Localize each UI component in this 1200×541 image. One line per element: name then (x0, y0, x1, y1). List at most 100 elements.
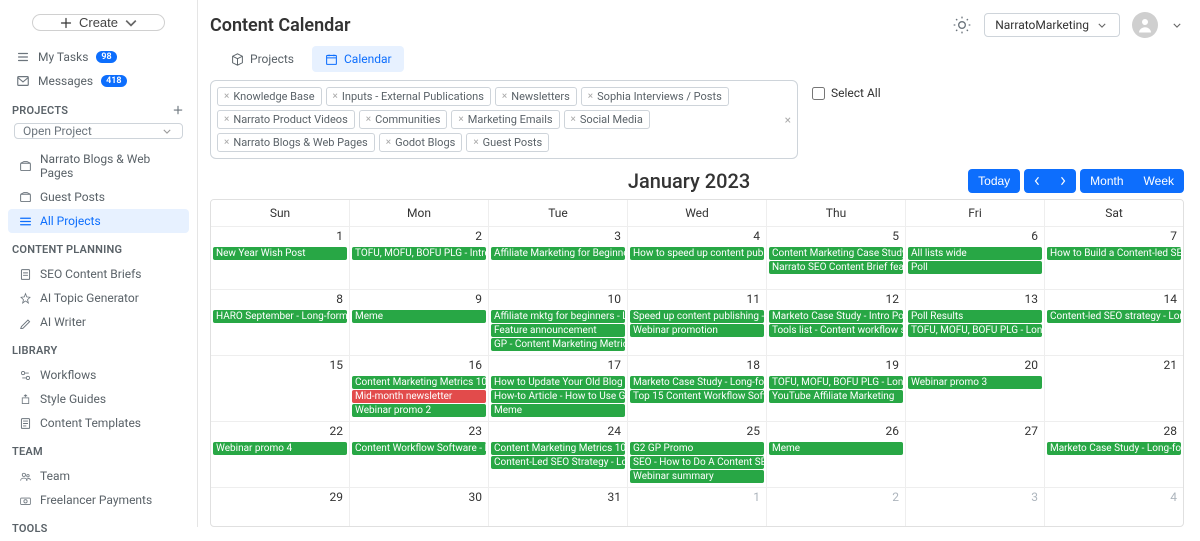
calendar-cell[interactable]: 3 (905, 488, 1044, 527)
calendar-event[interactable]: Meme (491, 404, 625, 417)
calendar-event[interactable]: Marketo Case Study - Long-form p (630, 376, 764, 389)
sidebar-project-item[interactable]: Narrato Blogs & Web Pages (8, 147, 189, 185)
calendar-event[interactable]: SEO - How to Do A Content SEO A (630, 456, 764, 469)
gear-icon[interactable] (952, 15, 972, 35)
remove-tag-icon[interactable]: × (224, 137, 229, 148)
calendar-event[interactable]: Top 15 Content Workflow Softwar (630, 390, 764, 403)
calendar-event[interactable]: GP - Content Marketing Metrics 10 (491, 338, 625, 351)
calendar-event[interactable]: New Year Wish Post (213, 247, 347, 260)
calendar-cell[interactable]: 2TOFU, MOFU, BOFU PLG - Intro Po (349, 227, 488, 289)
calendar-event[interactable]: Meme (769, 442, 903, 455)
filter-tag[interactable]: ×Guest Posts (466, 133, 549, 152)
calendar-event[interactable]: Content Marketing Metrics 101 - P (491, 442, 625, 455)
week-view-button[interactable]: Week (1134, 169, 1184, 193)
remove-tag-icon[interactable]: × (333, 91, 338, 102)
calendar-event[interactable]: Webinar promo 2 (352, 404, 486, 417)
calendar-event[interactable]: TOFU, MOFU, BOFU PLG - Long-fo (908, 324, 1042, 337)
sidebar-planning-item[interactable]: AI Writer (8, 310, 189, 334)
calendar-cell[interactable]: 2 (766, 488, 905, 527)
calendar-event[interactable]: Narrato SEO Content Brief feature (769, 261, 903, 274)
remove-tag-icon[interactable]: × (224, 91, 229, 102)
calendar-cell[interactable]: 12Marketo Case Study - Intro PostTools l… (766, 290, 905, 355)
calendar-event[interactable]: Feature announcement (491, 324, 625, 337)
calendar-event[interactable]: TOFU, MOFU, BOFU PLG - Intro Po (352, 247, 486, 260)
calendar-cell[interactable]: 30 (349, 488, 488, 527)
filter-tag[interactable]: ×Social Media (564, 110, 650, 129)
chevron-down-icon[interactable] (1170, 18, 1184, 32)
tab-projects[interactable]: Projects (218, 46, 306, 72)
calendar-cell[interactable]: 31 (488, 488, 627, 527)
filter-tag[interactable]: ×Inputs - External Publications (326, 87, 491, 106)
calendar-cell[interactable]: 8HARO September - Long-form pos (211, 290, 349, 355)
remove-tag-icon[interactable]: × (386, 137, 391, 148)
clear-tags-icon[interactable]: × (785, 113, 791, 127)
prev-button[interactable] (1024, 169, 1050, 193)
calendar-event[interactable]: Marketo Case Study - Intro Post (769, 310, 903, 323)
calendar-event[interactable]: Webinar promo 4 (213, 442, 347, 455)
calendar-cell[interactable]: 17How to Update Your Old Blog PostHow-to… (488, 356, 627, 421)
calendar-cell[interactable]: 20Webinar promo 3 (905, 356, 1044, 421)
add-project-icon[interactable] (171, 103, 185, 117)
org-dropdown[interactable]: NarratoMarketing (984, 13, 1120, 37)
sidebar-item-my-tasks[interactable]: My Tasks 98 (8, 45, 189, 69)
select-all-checkbox[interactable]: Select All (812, 80, 881, 100)
calendar-event[interactable]: TOFU, MOFU, BOFU PLG - Long-fo (769, 376, 903, 389)
calendar-cell[interactable]: 21 (1044, 356, 1183, 421)
filter-tag[interactable]: ×Sophia Interviews / Posts (581, 87, 729, 106)
calendar-event[interactable]: Content Marketing Case Study: Ma (769, 247, 903, 260)
calendar-cell[interactable]: 14Content-led SEO strategy - Long-f (1044, 290, 1183, 355)
calendar-cell[interactable]: 25G2 GP PromoSEO - How to Do A Content S… (627, 422, 766, 487)
remove-tag-icon[interactable]: × (502, 91, 507, 102)
calendar-cell[interactable]: 5Content Marketing Case Study: MaNarrato… (766, 227, 905, 289)
calendar-event[interactable]: Tools list - Content workflow softw (769, 324, 903, 337)
filter-tag[interactable]: ×Narrato Blogs & Web Pages (217, 133, 375, 152)
next-button[interactable] (1050, 169, 1076, 193)
calendar-cell[interactable]: 24Content Marketing Metrics 101 - PConte… (488, 422, 627, 487)
remove-tag-icon[interactable]: × (458, 114, 463, 125)
calendar-event[interactable]: Poll (908, 261, 1042, 274)
filter-tag[interactable]: ×Marketing Emails (451, 110, 559, 129)
calendar-event[interactable]: How to Update Your Old Blog Post (491, 376, 625, 389)
calendar-cell[interactable]: 1New Year Wish Post (211, 227, 349, 289)
calendar-cell[interactable]: 22Webinar promo 4 (211, 422, 349, 487)
calendar-event[interactable]: Meme (352, 310, 486, 323)
calendar-event[interactable]: Content Marketing Metrics 101 - P (352, 376, 486, 389)
calendar-cell[interactable]: 4 (1044, 488, 1183, 527)
calendar-cell[interactable]: 4How to speed up content publishin (627, 227, 766, 289)
calendar-cell[interactable]: 23Content Workflow Software - Long (349, 422, 488, 487)
calendar-cell[interactable]: 7How to Build a Content-led SEO St (1044, 227, 1183, 289)
filter-tag[interactable]: ×Godot Blogs (379, 133, 463, 152)
sidebar-planning-item[interactable]: SEO Content Briefs (8, 262, 189, 286)
calendar-event[interactable]: Webinar summary (630, 470, 764, 483)
calendar-event[interactable]: Poll Results (908, 310, 1042, 323)
create-button[interactable]: Create (32, 14, 165, 31)
calendar-event[interactable]: Content-led SEO strategy - Long-f (1047, 310, 1181, 323)
sidebar-item-messages[interactable]: Messages 418 (8, 69, 189, 93)
filter-tag[interactable]: ×Newsletters (495, 87, 577, 106)
filter-tag[interactable]: ×Knowledge Base (217, 87, 322, 106)
calendar-cell[interactable]: 19TOFU, MOFU, BOFU PLG - Long-foYouTube … (766, 356, 905, 421)
sidebar-library-item[interactable]: Content Templates (8, 411, 189, 435)
calendar-event[interactable]: Affiliate Marketing for Beginners - (491, 247, 625, 260)
calendar-cell[interactable]: 1 (627, 488, 766, 527)
today-button[interactable]: Today (968, 169, 1020, 193)
sidebar-planning-item[interactable]: AI Topic Generator (8, 286, 189, 310)
remove-tag-icon[interactable]: × (571, 114, 576, 125)
calendar-event[interactable]: Affiliate mktg for beginners - Long (491, 310, 625, 323)
calendar-cell[interactable]: 11Speed up content publishing - LonWebin… (627, 290, 766, 355)
calendar-event[interactable]: G2 GP Promo (630, 442, 764, 455)
remove-tag-icon[interactable]: × (473, 137, 478, 148)
calendar-cell[interactable]: 27 (905, 422, 1044, 487)
calendar-event[interactable]: Webinar promo 3 (908, 376, 1042, 389)
calendar-cell[interactable]: 26Meme (766, 422, 905, 487)
filter-tag[interactable]: ×Communities (359, 110, 448, 129)
tab-calendar[interactable]: Calendar (312, 46, 404, 72)
calendar-cell[interactable]: 10Affiliate mktg for beginners - LongFea… (488, 290, 627, 355)
calendar-cell[interactable]: 28Marketo Case Study - Long-form p (1044, 422, 1183, 487)
sidebar-project-item[interactable]: All Projects (8, 209, 189, 233)
remove-tag-icon[interactable]: × (224, 114, 229, 125)
sidebar-library-item[interactable]: Workflows (8, 363, 189, 387)
remove-tag-icon[interactable]: × (366, 114, 371, 125)
tag-filter-box[interactable]: ×Knowledge Base×Inputs - External Public… (210, 80, 798, 159)
calendar-event[interactable]: Marketo Case Study - Long-form p (1047, 442, 1181, 455)
